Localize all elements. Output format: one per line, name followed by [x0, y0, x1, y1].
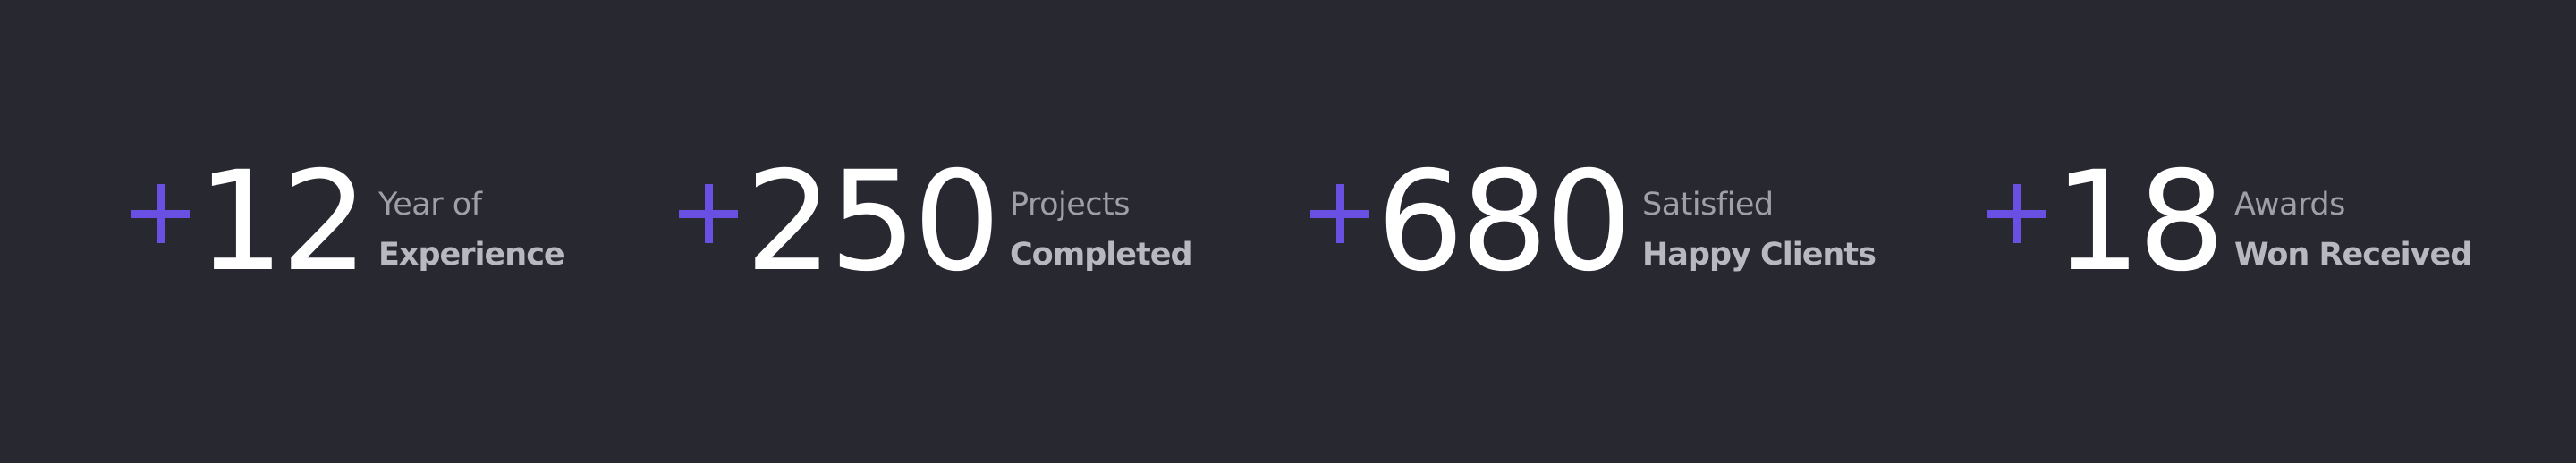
- stat-number: 12: [197, 142, 369, 302]
- stat-label-line2: Completed: [1010, 237, 1193, 273]
- stat-label: Awards Won Received: [2234, 186, 2472, 274]
- stat-label-line1: Satisfied: [1642, 187, 1774, 223]
- plus-icon: [1310, 184, 1369, 243]
- stat-label-line2: Experience: [378, 237, 565, 273]
- stat-label-line1: Year of: [378, 187, 482, 223]
- stat-label: Projects Completed: [1010, 186, 1193, 274]
- stats-section: 12 Year of Experience 250 Projects Compl…: [0, 0, 2576, 463]
- stat-label-line1: Projects: [1010, 187, 1130, 223]
- stat-label-line2: Happy Clients: [1642, 237, 1877, 273]
- stat-label: Satisfied Happy Clients: [1642, 186, 1877, 274]
- stat-number: 18: [2054, 142, 2225, 302]
- stat-label: Year of Experience: [378, 186, 565, 274]
- stat-number: 680: [1377, 142, 1632, 302]
- plus-icon: [131, 184, 190, 243]
- plus-icon: [1987, 184, 2046, 243]
- stat-label-line2: Won Received: [2234, 237, 2472, 273]
- plus-icon: [679, 184, 738, 243]
- stat-number: 250: [745, 142, 1001, 302]
- stat-label-line1: Awards: [2234, 187, 2345, 223]
